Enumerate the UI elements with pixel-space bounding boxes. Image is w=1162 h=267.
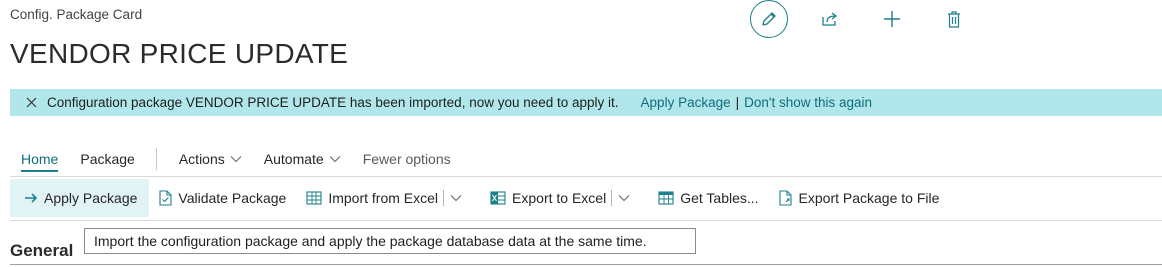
- apply-package-button[interactable]: Apply Package: [10, 179, 150, 217]
- fewer-options-button[interactable]: Fewer options: [352, 144, 462, 174]
- close-icon[interactable]: [25, 97, 37, 109]
- table-icon: [658, 191, 674, 205]
- action-menu-bar: Home Package Actions Automate Fewer opti…: [10, 144, 1162, 174]
- tooltip: Import the configuration package and app…: [84, 228, 696, 254]
- export-to-excel-label: Export to Excel: [512, 190, 607, 206]
- validate-package-label: Validate Package: [178, 190, 287, 206]
- tab-automate-label: Automate: [263, 151, 324, 167]
- section-general-title[interactable]: General: [10, 241, 73, 261]
- tab-automate[interactable]: Automate: [253, 144, 352, 174]
- notification-bar: Configuration package VENDOR PRICE UPDAT…: [10, 89, 1162, 116]
- page-title: VENDOR PRICE UPDATE: [10, 38, 349, 69]
- title-actions: [750, 0, 966, 38]
- tab-package[interactable]: Package: [69, 144, 145, 174]
- breadcrumb: Config. Package Card: [10, 7, 143, 22]
- export-package-to-file-button[interactable]: Export Package to File: [769, 179, 950, 217]
- import-from-excel-button[interactable]: Import from Excel: [296, 179, 480, 217]
- delete-icon: [948, 10, 960, 28]
- notification-message: Configuration package VENDOR PRICE UPDAT…: [47, 95, 619, 110]
- edit-button[interactable]: [750, 0, 788, 38]
- add-button[interactable]: [880, 7, 904, 31]
- section-divider: [10, 264, 1162, 265]
- chevron-down-icon[interactable]: [444, 194, 470, 202]
- action-bar-divider: [10, 220, 1162, 221]
- dont-show-again-link[interactable]: Don't show this again: [744, 95, 872, 110]
- import-excel-icon: [306, 190, 322, 206]
- export-to-excel-button[interactable]: Export to Excel: [480, 179, 648, 217]
- import-from-excel-label: Import from Excel: [328, 190, 439, 206]
- excel-icon: [490, 190, 506, 206]
- share-icon: [822, 12, 838, 26]
- tab-actions[interactable]: Actions: [168, 144, 253, 174]
- get-tables-label: Get Tables...: [680, 190, 759, 206]
- add-icon: [884, 11, 900, 27]
- share-button[interactable]: [818, 7, 842, 31]
- export-file-icon: [778, 190, 793, 206]
- validate-document-icon: [159, 190, 172, 206]
- tab-home[interactable]: Home: [10, 144, 69, 174]
- tab-actions-label: Actions: [178, 151, 225, 167]
- validate-package-button[interactable]: Validate Package: [149, 179, 296, 217]
- apply-package-label: Apply Package: [44, 190, 138, 206]
- menu-divider: [155, 148, 157, 170]
- apply-package-link[interactable]: Apply Package: [641, 95, 731, 110]
- edit-icon: [762, 12, 776, 26]
- chevron-down-icon: [230, 155, 242, 163]
- chevron-down-icon: [329, 155, 341, 163]
- get-tables-button[interactable]: Get Tables...: [648, 179, 768, 217]
- action-bar: Apply Package Validate Package Import fr…: [10, 179, 949, 217]
- export-package-to-file-label: Export Package to File: [798, 190, 940, 206]
- delete-button[interactable]: [942, 7, 966, 31]
- arrow-right-icon: [24, 192, 38, 204]
- menu-divider-line: [10, 176, 1162, 177]
- chevron-down-icon[interactable]: [612, 194, 638, 202]
- notification-separator: |: [735, 95, 740, 110]
